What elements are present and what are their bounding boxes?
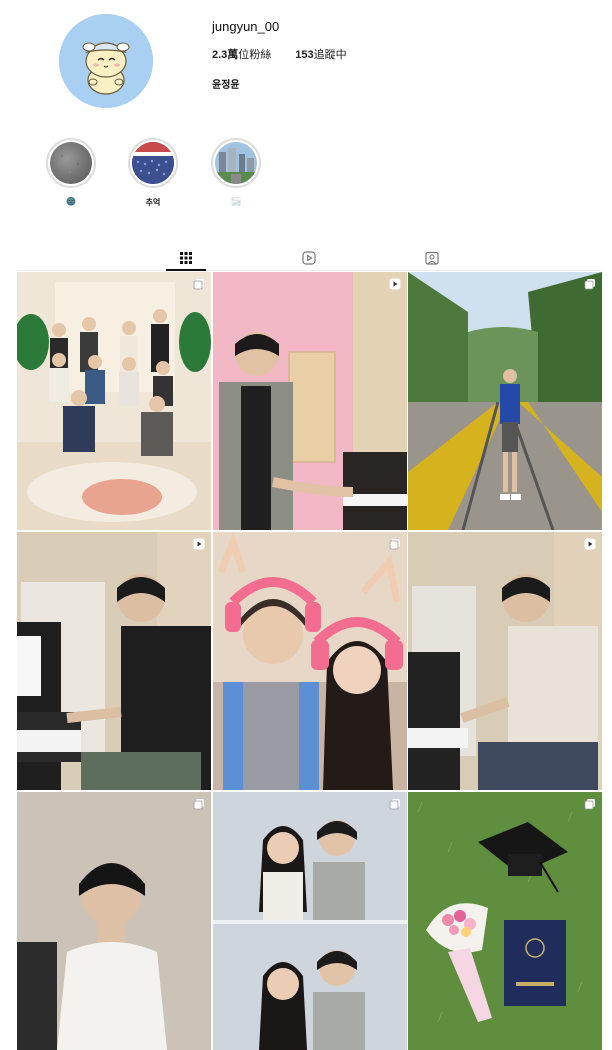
- piano-studio-image: [17, 532, 211, 790]
- tagged-icon: [425, 251, 439, 265]
- highlight-cover-gray: [50, 142, 92, 184]
- profile-avatar[interactable]: [59, 14, 153, 108]
- highlight-label: 추억: [145, 198, 161, 207]
- followers-count: 2.3萬: [212, 49, 239, 61]
- multi-image-icon: [389, 539, 400, 550]
- photobooth-strip-image: [212, 792, 407, 1050]
- reels-icon: [302, 251, 316, 265]
- cartoon-character-icon: [59, 14, 153, 108]
- piano-white-shirt-image: [408, 532, 602, 790]
- graduation-image: [408, 792, 602, 1050]
- multi-image-icon: [584, 799, 595, 810]
- highlight-ring: [211, 138, 261, 188]
- group-photo-image: [17, 272, 211, 530]
- multi-image-icon: [584, 279, 595, 290]
- highlight-cover-stadium: [132, 142, 174, 184]
- post-portrait-gray[interactable]: [17, 792, 211, 1050]
- reel-icon: [584, 538, 596, 550]
- post-couple-headphones[interactable]: [212, 532, 407, 790]
- post-graduation[interactable]: [408, 792, 602, 1050]
- following-label: 追蹤中: [313, 49, 347, 61]
- post-railway-tracks[interactable]: [408, 272, 602, 530]
- highlight-2[interactable]: 추억: [126, 138, 180, 209]
- post-piano-studio[interactable]: [17, 532, 211, 790]
- multi-image-icon: [193, 799, 204, 810]
- piano-pink-room-image: [212, 272, 407, 530]
- followers-stat[interactable]: 2.3萬 位粉絲: [212, 46, 271, 62]
- tab-tagged[interactable]: [422, 248, 442, 268]
- highlight-1[interactable]: 🌚: [44, 138, 98, 209]
- highlight-cover-city: [215, 142, 257, 184]
- following-count: 153: [295, 49, 314, 61]
- highlight-label: 🌫️: [231, 197, 241, 206]
- reel-icon: [193, 538, 205, 550]
- tab-reels[interactable]: [299, 248, 319, 268]
- portrait-gray-image: [17, 792, 211, 1050]
- railway-tracks-image: [408, 272, 602, 530]
- tabs-divider: [17, 270, 601, 271]
- profile-stats: 2.3萬 位粉絲 153 追蹤中: [212, 46, 347, 62]
- following-stat[interactable]: 153 追蹤中: [295, 46, 346, 62]
- posts-grid: [17, 272, 602, 1050]
- tab-posts[interactable]: [176, 248, 196, 268]
- post-piano-pink-room[interactable]: [212, 272, 407, 530]
- couple-headphones-image: [212, 532, 407, 790]
- highlight-3[interactable]: 🌫️: [209, 138, 263, 209]
- active-tab-indicator: [166, 269, 206, 271]
- profile-full-name: 윤정윤: [212, 80, 240, 91]
- highlight-label: 🌚: [66, 197, 76, 206]
- post-photobooth-strip[interactable]: [212, 792, 407, 1050]
- profile-username: jungyun_00: [212, 19, 280, 34]
- multi-image-icon: [389, 799, 400, 810]
- followers-label: 位粉絲: [238, 49, 272, 61]
- reel-icon: [389, 278, 400, 290]
- multi-image-icon: [193, 279, 204, 290]
- highlight-ring: [46, 138, 96, 188]
- post-group-photo[interactable]: [17, 272, 211, 530]
- grid-icon: [180, 252, 192, 264]
- highlight-ring: [128, 138, 178, 188]
- post-piano-white-shirt[interactable]: [408, 532, 602, 790]
